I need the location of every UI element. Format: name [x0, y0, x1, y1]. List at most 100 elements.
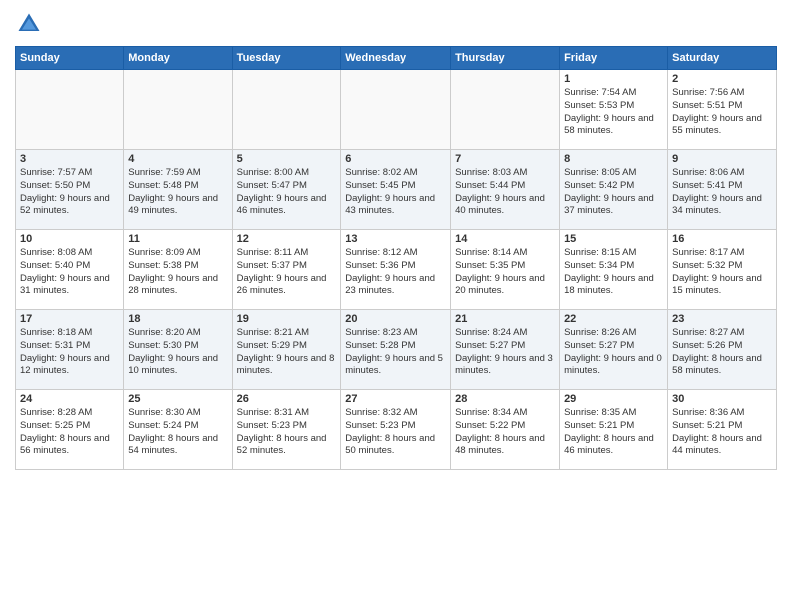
calendar-week-row: 10 Sunrise: 8:08 AM Sunset: 5:40 PM Dayli…: [16, 230, 777, 310]
day-info: Sunrise: 8:36 AM Sunset: 5:21 PM Dayligh…: [672, 407, 772, 458]
day-number: 18: [128, 313, 227, 325]
day-info: Sunrise: 8:26 AM Sunset: 5:27 PM Dayligh…: [564, 327, 663, 378]
day-info: Sunrise: 7:54 AM Sunset: 5:53 PM Dayligh…: [564, 87, 663, 138]
day-info: Sunrise: 8:31 AM Sunset: 5:23 PM Dayligh…: [237, 407, 337, 458]
day-number: 21: [455, 313, 555, 325]
calendar-cell: [16, 70, 124, 150]
day-number: 12: [237, 233, 337, 245]
day-number: 23: [672, 313, 772, 325]
day-info: Sunrise: 8:02 AM Sunset: 5:45 PM Dayligh…: [345, 167, 446, 218]
calendar-cell: 7Sunrise: 8:03 AM Sunset: 5:44 PM Daylig…: [451, 150, 560, 230]
day-info: Sunrise: 8:17 AM Sunset: 5:32 PM Dayligh…: [672, 247, 772, 298]
calendar-cell: 15 Sunrise: 8:15 AM Sunset: 5:34 PM Dayli…: [560, 230, 668, 310]
day-info: Sunrise: 7:57 AM Sunset: 5:50 PM Dayligh…: [20, 167, 119, 218]
logo-icon: [15, 10, 43, 38]
day-info: Sunrise: 8:24 AM Sunset: 5:27 PM Dayligh…: [455, 327, 555, 378]
day-info: Sunrise: 8:18 AM Sunset: 5:31 PM Dayligh…: [20, 327, 119, 378]
day-info: Sunrise: 7:59 AM Sunset: 5:48 PM Dayligh…: [128, 167, 227, 218]
calendar-cell: 3 Sunrise: 7:57 AM Sunset: 5:50 PM Daylig…: [16, 150, 124, 230]
day-number: 16: [672, 233, 772, 245]
calendar-cell: 22 Sunrise: 8:26 AM Sunset: 5:27 PM Dayli…: [560, 310, 668, 390]
calendar-cell: 6Sunrise: 8:02 AM Sunset: 5:45 PM Daylig…: [341, 150, 451, 230]
calendar-cell: 24 Sunrise: 8:28 AM Sunset: 5:25 PM Dayli…: [16, 390, 124, 470]
day-number: 5: [237, 153, 337, 165]
day-number: 24: [20, 393, 119, 405]
calendar-cell: 2 Sunrise: 7:56 AM Sunset: 5:51 PM Daylig…: [668, 70, 777, 150]
calendar-cell: 9 Sunrise: 8:06 AM Sunset: 5:41 PM Daylig…: [668, 150, 777, 230]
calendar-cell: [232, 70, 341, 150]
day-number: 4: [128, 153, 227, 165]
day-info: Sunrise: 8:23 AM Sunset: 5:28 PM Dayligh…: [345, 327, 446, 378]
calendar-cell: 26 Sunrise: 8:31 AM Sunset: 5:23 PM Dayli…: [232, 390, 341, 470]
day-number: 30: [672, 393, 772, 405]
calendar-cell: 18Sunrise: 8:20 AM Sunset: 5:30 PM Dayli…: [124, 310, 232, 390]
day-info: Sunrise: 8:30 AM Sunset: 5:24 PM Dayligh…: [128, 407, 227, 458]
day-info: Sunrise: 8:27 AM Sunset: 5:26 PM Dayligh…: [672, 327, 772, 378]
day-number: 22: [564, 313, 663, 325]
calendar-cell: 25 Sunrise: 8:30 AM Sunset: 5:24 PM Dayli…: [124, 390, 232, 470]
calendar-week-row: 24 Sunrise: 8:28 AM Sunset: 5:25 PM Dayli…: [16, 390, 777, 470]
calendar-cell: [451, 70, 560, 150]
calendar-cell: 16 Sunrise: 8:17 AM Sunset: 5:32 PM Dayli…: [668, 230, 777, 310]
day-number: 26: [237, 393, 337, 405]
day-info: Sunrise: 8:06 AM Sunset: 5:41 PM Dayligh…: [672, 167, 772, 218]
weekday-header-friday: Friday: [560, 47, 668, 70]
day-info: Sunrise: 8:34 AM Sunset: 5:22 PM Dayligh…: [455, 407, 555, 458]
day-info: Sunrise: 8:32 AM Sunset: 5:23 PM Dayligh…: [345, 407, 446, 458]
weekday-header-wednesday: Wednesday: [341, 47, 451, 70]
calendar-cell: 29 Sunrise: 8:35 AM Sunset: 5:21 PM Dayli…: [560, 390, 668, 470]
calendar-cell: 28 Sunrise: 8:34 AM Sunset: 5:22 PM Dayli…: [451, 390, 560, 470]
day-number: 27: [345, 393, 446, 405]
day-number: 19: [237, 313, 337, 325]
day-number: 17: [20, 313, 119, 325]
weekday-header-row: SundayMondayTuesdayWednesdayThursdayFrid…: [16, 47, 777, 70]
day-info: Sunrise: 8:09 AM Sunset: 5:38 PM Dayligh…: [128, 247, 227, 298]
calendar-week-row: 3 Sunrise: 7:57 AM Sunset: 5:50 PM Daylig…: [16, 150, 777, 230]
calendar-cell: 14Sunrise: 8:14 AM Sunset: 5:35 PM Dayli…: [451, 230, 560, 310]
calendar-cell: 30 Sunrise: 8:36 AM Sunset: 5:21 PM Dayli…: [668, 390, 777, 470]
day-number: 13: [345, 233, 446, 245]
calendar-cell: 27 Sunrise: 8:32 AM Sunset: 5:23 PM Dayli…: [341, 390, 451, 470]
calendar-table: SundayMondayTuesdayWednesdayThursdayFrid…: [15, 46, 777, 470]
day-info: Sunrise: 8:00 AM Sunset: 5:47 PM Dayligh…: [237, 167, 337, 218]
day-number: 9: [672, 153, 772, 165]
day-info: Sunrise: 8:35 AM Sunset: 5:21 PM Dayligh…: [564, 407, 663, 458]
day-info: Sunrise: 8:12 AM Sunset: 5:36 PM Dayligh…: [345, 247, 446, 298]
weekday-header-sunday: Sunday: [16, 47, 124, 70]
page-container: SundayMondayTuesdayWednesdayThursdayFrid…: [0, 0, 792, 612]
day-info: Sunrise: 8:03 AM Sunset: 5:44 PM Dayligh…: [455, 167, 555, 218]
day-info: Sunrise: 8:05 AM Sunset: 5:42 PM Dayligh…: [564, 167, 663, 218]
calendar-cell: 4 Sunrise: 7:59 AM Sunset: 5:48 PM Daylig…: [124, 150, 232, 230]
calendar-week-row: 1 Sunrise: 7:54 AM Sunset: 5:53 PM Daylig…: [16, 70, 777, 150]
page-header: [15, 10, 777, 38]
calendar-cell: 20Sunrise: 8:23 AM Sunset: 5:28 PM Dayli…: [341, 310, 451, 390]
day-info: Sunrise: 8:11 AM Sunset: 5:37 PM Dayligh…: [237, 247, 337, 298]
calendar-cell: 11 Sunrise: 8:09 AM Sunset: 5:38 PM Dayli…: [124, 230, 232, 310]
calendar-cell: [124, 70, 232, 150]
day-info: Sunrise: 8:15 AM Sunset: 5:34 PM Dayligh…: [564, 247, 663, 298]
calendar-cell: 12 Sunrise: 8:11 AM Sunset: 5:37 PM Dayli…: [232, 230, 341, 310]
calendar-week-row: 17 Sunrise: 8:18 AM Sunset: 5:31 PM Dayli…: [16, 310, 777, 390]
calendar-cell: 13 Sunrise: 8:12 AM Sunset: 5:36 PM Dayli…: [341, 230, 451, 310]
day-number: 29: [564, 393, 663, 405]
logo: [15, 10, 47, 38]
day-number: 10: [20, 233, 119, 245]
day-number: 11: [128, 233, 227, 245]
day-number: 28: [455, 393, 555, 405]
weekday-header-saturday: Saturday: [668, 47, 777, 70]
day-number: 3: [20, 153, 119, 165]
day-number: 15: [564, 233, 663, 245]
day-number: 2: [672, 73, 772, 85]
calendar-cell: 8Sunrise: 8:05 AM Sunset: 5:42 PM Daylig…: [560, 150, 668, 230]
weekday-header-thursday: Thursday: [451, 47, 560, 70]
day-info: Sunrise: 7:56 AM Sunset: 5:51 PM Dayligh…: [672, 87, 772, 138]
calendar-cell: 21 Sunrise: 8:24 AM Sunset: 5:27 PM Dayli…: [451, 310, 560, 390]
calendar-cell: 17 Sunrise: 8:18 AM Sunset: 5:31 PM Dayli…: [16, 310, 124, 390]
day-number: 1: [564, 73, 663, 85]
day-info: Sunrise: 8:21 AM Sunset: 5:29 PM Dayligh…: [237, 327, 337, 378]
weekday-header-monday: Monday: [124, 47, 232, 70]
day-info: Sunrise: 8:08 AM Sunset: 5:40 PM Dayligh…: [20, 247, 119, 298]
day-info: Sunrise: 8:28 AM Sunset: 5:25 PM Dayligh…: [20, 407, 119, 458]
day-number: 25: [128, 393, 227, 405]
calendar-cell: 10 Sunrise: 8:08 AM Sunset: 5:40 PM Dayli…: [16, 230, 124, 310]
